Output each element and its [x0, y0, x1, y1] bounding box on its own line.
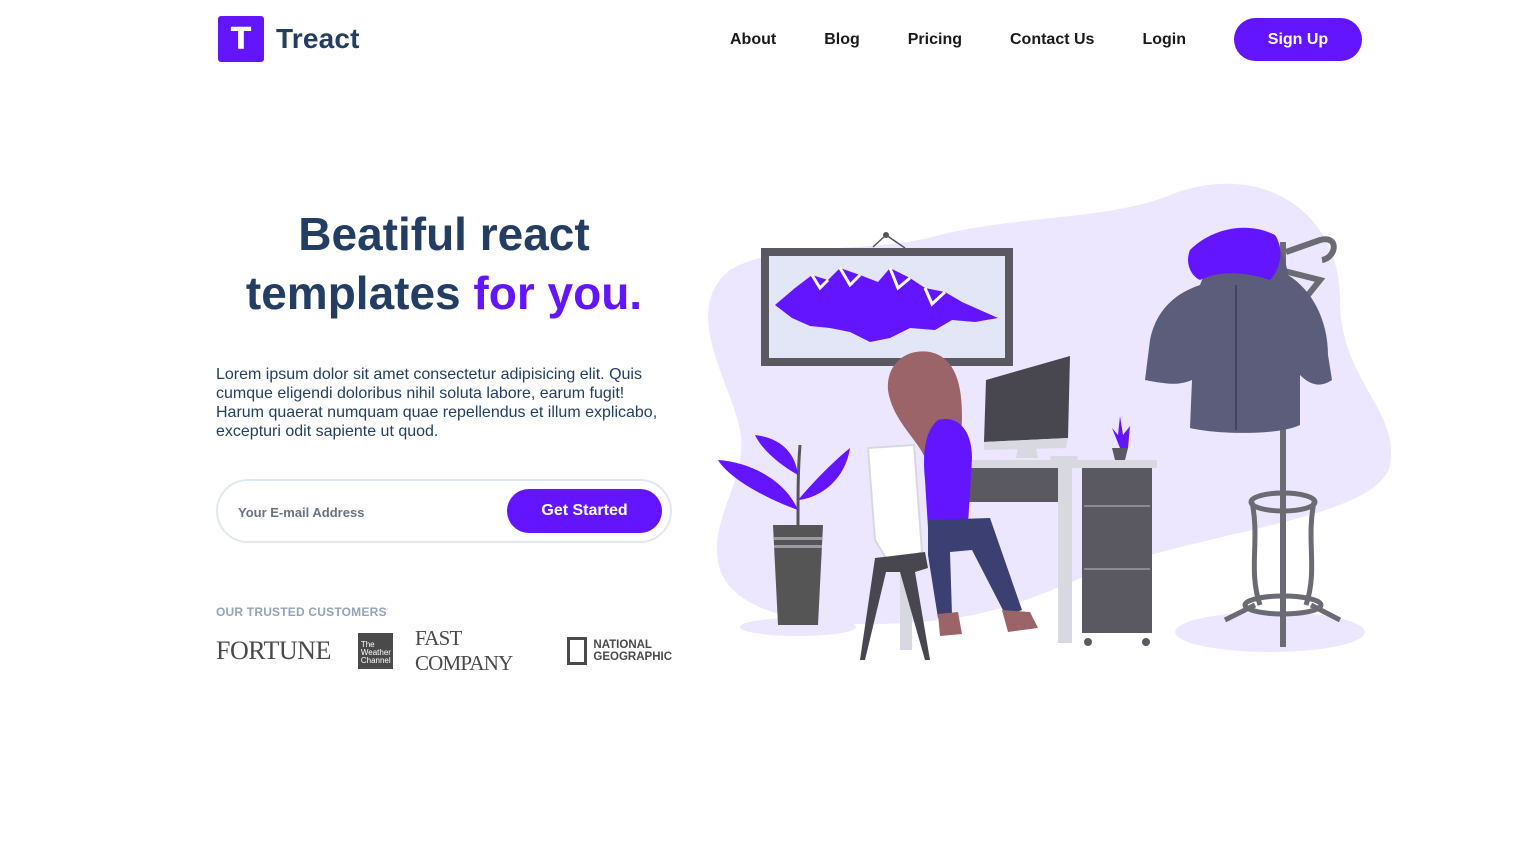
nav-contact[interactable]: Contact Us — [1010, 31, 1094, 49]
hero-headline: Beatiful react templates for you. — [216, 205, 672, 323]
natgeo-frame-icon — [567, 637, 588, 665]
customer-logos: FORTUNE The Weather Channel FAST COMPANY… — [216, 626, 672, 675]
nav-pricing[interactable]: Pricing — [908, 31, 962, 49]
weather-channel-logo: The Weather Channel — [357, 633, 393, 669]
signup-button[interactable]: Sign Up — [1233, 18, 1362, 61]
fortune-logo: FORTUNE — [216, 636, 331, 665]
hero-description: Lorem ipsum dolor sit amet consectetur a… — [216, 366, 658, 440]
logo-icon: T — [218, 16, 264, 62]
national-geographic-logo: NATIONAL GEOGRAPHIC — [567, 637, 672, 665]
natgeo-line1: NATIONAL — [593, 639, 652, 651]
natgeo-line2: GEOGRAPHIC — [593, 651, 672, 663]
brand-name: Treact — [276, 23, 360, 54]
trusted-customers-label: Our Trusted Customers — [216, 605, 387, 619]
hero-illustration — [708, 183, 1392, 660]
nav-about[interactable]: About — [730, 31, 776, 49]
nav-login[interactable]: Login — [1142, 31, 1186, 49]
headline-line1: Beatiful react — [298, 208, 590, 260]
email-input[interactable] — [238, 499, 498, 525]
hero-section: Beatiful react templates for you. Lorem … — [216, 205, 672, 675]
weather-line3: Channel — [360, 656, 391, 665]
nav-blog[interactable]: Blog — [824, 31, 860, 49]
get-started-button[interactable]: Get Started — [507, 489, 662, 533]
email-signup-form: Get Started — [216, 479, 672, 543]
main-nav: About Blog Pricing Contact Us Login Sign… — [730, 18, 1362, 61]
headline-line2: templates — [245, 267, 461, 319]
fast-company-logo: FAST COMPANY — [414, 626, 513, 675]
wall-painting — [761, 232, 1013, 366]
brand-logo[interactable]: T Treact — [218, 16, 360, 62]
site-header: T Treact About Blog Pricing Contact Us L… — [0, 0, 1517, 80]
headline-accent: for you. — [473, 267, 643, 319]
